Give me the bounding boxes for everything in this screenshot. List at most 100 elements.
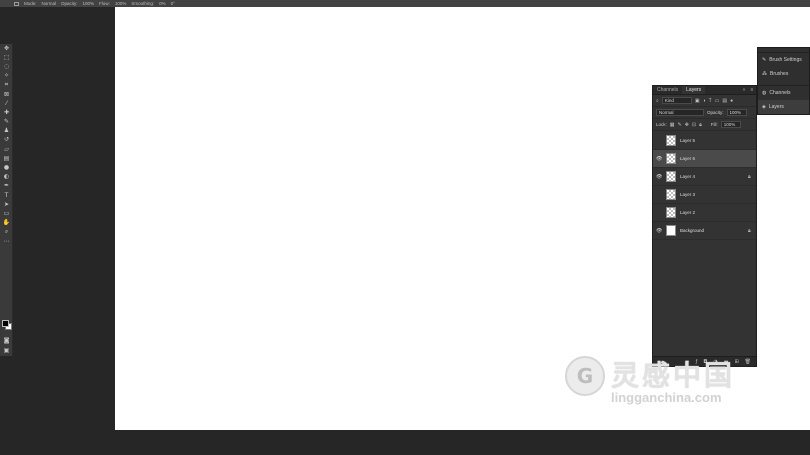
search-icon: ⌕ — [656, 97, 659, 104]
layer-thumbnail — [666, 189, 676, 200]
layer-name[interactable]: Layer 2 — [680, 210, 744, 215]
filter-kind-select[interactable]: Kind — [661, 97, 692, 104]
eraser-icon[interactable]: ▱ — [0, 145, 13, 154]
layer-thumbnail — [666, 171, 676, 182]
lock-artboard-icon[interactable]: ⊡ — [692, 122, 696, 128]
dock-channels[interactable]: ◍ Channels — [758, 86, 809, 100]
crop-icon[interactable]: ⌗ — [0, 81, 13, 90]
marquee-icon[interactable]: ⬚ — [0, 53, 13, 62]
filter-pixel-icon[interactable]: ▣ — [695, 98, 700, 104]
quick-mask-icon[interactable]: ◙ — [0, 336, 13, 345]
brush-icon[interactable]: ✎ — [0, 118, 13, 127]
lock-label: Lock: — [656, 122, 667, 127]
flow-field[interactable]: 100% — [115, 1, 127, 6]
layer-thumbnail — [666, 135, 676, 146]
healing-icon[interactable]: ✚ — [0, 108, 13, 117]
layer-name[interactable]: Layer 3 — [680, 192, 744, 197]
dock-channels-label: Channels — [769, 90, 791, 96]
tools-panel: ✥ ⬚ ◌ ✧ ⌗ ⊠ ⁄ ✚ ✎ ♟ ↺ ▱ ▤ ● ◐ ✒ T ➤ ▭ ✋ … — [0, 44, 13, 356]
lock-row: Lock: ▦ ✎ ✥ ⊡ 🔒︎ Fill: 100% — [653, 119, 756, 131]
layer-row[interactable]: 👁︎ Layer 6 — [653, 150, 756, 168]
visibility-eye-icon[interactable]: 👁︎ — [656, 228, 662, 234]
mode-select[interactable]: Normal — [42, 1, 57, 6]
layers-icon: ◈ — [762, 104, 766, 110]
watermark-logo-icon: G — [565, 356, 605, 396]
tab-channels[interactable]: Channels — [653, 86, 682, 94]
gradient-icon[interactable]: ▤ — [0, 154, 13, 163]
layer-name[interactable]: Layer 5 — [680, 138, 744, 143]
layer-row[interactable]: 👁︎ Layer 4 🔒︎ — [653, 168, 756, 186]
move-icon[interactable]: ✥ — [0, 44, 13, 53]
layer-name[interactable]: Layer 6 — [680, 156, 744, 161]
layer-name[interactable]: Layer 4 — [680, 174, 744, 179]
lock-image-icon[interactable]: ✎ — [678, 122, 682, 128]
layers-panel: Channels Layers » ≡ ⌕ Kind ▣ ◑ T ▭ ▤ ● N… — [652, 85, 757, 367]
layer-row[interactable]: Layer 3 — [653, 186, 756, 204]
lock-position-icon[interactable]: ✥ — [685, 122, 689, 128]
blur-icon[interactable]: ● — [0, 163, 13, 172]
screen-mode-icon[interactable]: ▣ — [0, 346, 13, 355]
panel-menu-icon[interactable]: ≡ — [748, 86, 756, 94]
flow-label: Flow: — [99, 1, 110, 6]
dock-brush-settings[interactable]: ✎ Brush Settings — [758, 53, 809, 67]
opacity-label: Opacity: — [707, 110, 724, 115]
layer-thumbnail — [666, 225, 676, 236]
eyedropper-icon[interactable]: ⁄ — [0, 99, 13, 108]
shape-icon[interactable]: ▭ — [0, 209, 13, 218]
collapse-icon[interactable]: » — [740, 86, 748, 94]
path-select-icon[interactable]: ➤ — [0, 200, 13, 209]
smoothing-field[interactable]: 0% — [159, 1, 166, 6]
filter-type-icon[interactable]: T — [709, 98, 712, 104]
stamp-icon[interactable]: ♟ — [0, 127, 13, 136]
brush-settings-icon: ✎ — [762, 57, 767, 63]
dock-layers[interactable]: ◈ Layers — [758, 100, 809, 114]
options-bar: Mode: Normal Opacity: 100% Flow: 100% Sm… — [0, 0, 810, 7]
dock-layers-label: Layers — [768, 104, 784, 110]
visibility-eye-icon[interactable]: 👁︎ — [656, 156, 662, 162]
lock-transparent-icon[interactable]: ▦ — [670, 122, 675, 128]
layer-row[interactable]: Layer 2 — [653, 204, 756, 222]
dock-brushes-label: Brushes — [770, 71, 789, 77]
watermark-brand: 灵感中国 — [611, 359, 736, 392]
magic-wand-icon[interactable]: ✧ — [0, 72, 13, 81]
visibility-eye-icon[interactable]: 👁︎ — [656, 174, 662, 180]
channels-icon: ◍ — [762, 90, 767, 96]
opacity-label: Opacity: — [61, 1, 78, 6]
opacity-field[interactable]: 100% — [726, 109, 747, 116]
brushes-icon: ⁂ — [762, 71, 767, 77]
layer-row[interactable]: 👁︎ Background 🔒︎ — [653, 222, 756, 240]
lock-all-icon[interactable]: 🔒︎ — [699, 122, 702, 128]
layer-row[interactable]: Layer 5 — [653, 132, 756, 150]
filter-toggle-icon[interactable]: ● — [730, 98, 733, 104]
filter-row: ⌕ Kind ▣ ◑ T ▭ ▤ ● — [653, 95, 756, 107]
type-icon[interactable]: T — [0, 191, 13, 200]
panel-tabs: Channels Layers » ≡ — [653, 86, 756, 95]
dock-brush-settings-label: Brush Settings — [769, 57, 802, 63]
lasso-icon[interactable]: ◌ — [0, 62, 13, 71]
filter-smart-icon[interactable]: ▤ — [722, 98, 727, 104]
more-tools-icon[interactable]: ⋯ — [0, 237, 13, 246]
frame-icon[interactable]: ⊠ — [0, 90, 13, 99]
opacity-field[interactable]: 100% — [83, 1, 95, 6]
watermark: G 灵感中国 lingganchina.com — [565, 352, 760, 416]
tab-layers[interactable]: Layers — [682, 86, 706, 94]
layer-name[interactable]: Background — [680, 228, 744, 233]
pen-icon[interactable]: ✒ — [0, 182, 13, 191]
layer-list: Layer 5 👁︎ Layer 6 👁︎ Layer 4 🔒︎ Layer 3… — [653, 132, 756, 240]
lock-icon: 🔒︎ — [748, 227, 751, 234]
blend-mode-select[interactable]: Normal — [656, 109, 704, 116]
brush-preset-icon[interactable] — [14, 1, 19, 6]
dodge-icon[interactable]: ◐ — [0, 173, 13, 182]
collapsed-panel-dock: ✎ Brush Settings ⁂ Brushes ◍ Channels ◈ … — [757, 47, 810, 115]
foreground-color-swatch[interactable] — [2, 320, 9, 327]
zoom-icon[interactable]: ⌕ — [0, 228, 13, 237]
filter-adjust-icon[interactable]: ◑ — [703, 98, 706, 104]
fill-field[interactable]: 100% — [720, 121, 741, 128]
lock-icon: 🔒︎ — [748, 173, 751, 180]
dock-brushes[interactable]: ⁂ Brushes — [758, 67, 809, 81]
filter-shape-icon[interactable]: ▭ — [715, 98, 720, 104]
angle-field[interactable]: 0° — [171, 1, 175, 6]
history-brush-icon[interactable]: ↺ — [0, 136, 13, 145]
hand-icon[interactable]: ✋ — [0, 219, 13, 228]
fill-label: Fill: — [710, 122, 718, 127]
